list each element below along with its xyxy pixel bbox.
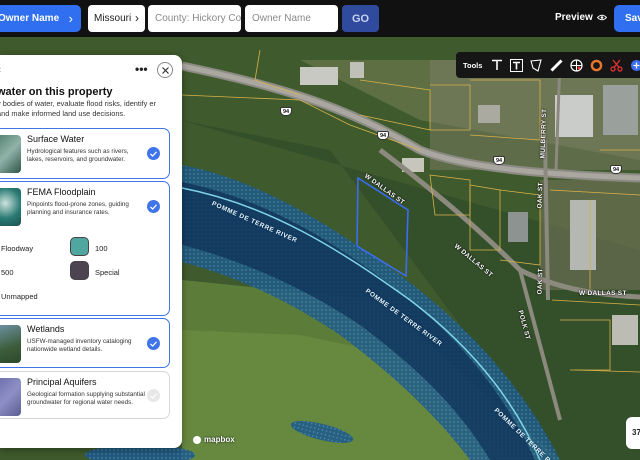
checkmark-icon: [150, 203, 157, 210]
road-label: W DALLAS ST: [579, 290, 627, 297]
layer-card-principal-aquifers[interactable]: Principal Aquifers Geological formation …: [0, 371, 170, 419]
eye-icon: [596, 14, 607, 21]
scissors-icon[interactable]: [610, 58, 624, 72]
checkmark-icon: [150, 392, 157, 399]
layers-icon[interactable]: [630, 58, 640, 72]
globe-icon[interactable]: [570, 58, 584, 72]
legend-unmapped-label: Unmapped: [1, 292, 38, 301]
legend-floodway-label: Floodway: [1, 244, 34, 253]
county-input[interactable]: [148, 5, 241, 32]
layer-checkbox[interactable]: [147, 147, 160, 160]
more-options-icon[interactable]: •••: [135, 62, 148, 76]
legend-100-swatch: [70, 237, 89, 256]
mapbox-logo[interactable]: mapbox: [193, 435, 235, 444]
layer-card-description: USFW-managed inventory cataloging nation…: [27, 338, 132, 353]
go-button[interactable]: GO: [342, 5, 379, 32]
layer-card-fema-floodplain[interactable]: FEMA Floodplain Pinpoints flood-prone zo…: [0, 181, 170, 316]
layer-checkbox[interactable]: [147, 200, 160, 213]
route-shield: 94: [610, 165, 622, 174]
layer-card-title: Wetlands: [27, 324, 65, 334]
legend-special-label: Special: [95, 268, 120, 277]
fema-floodplain-thumbnail: [0, 188, 21, 226]
layer-card-title: FEMA Floodplain: [27, 187, 96, 197]
checkmark-icon: [150, 150, 157, 157]
checkmark-icon: [150, 340, 157, 347]
wetlands-thumbnail: [0, 325, 21, 363]
surface-water-thumbnail: [0, 135, 21, 173]
text-box-icon[interactable]: [510, 58, 524, 72]
owner-name-button-label: Owner Name: [0, 13, 60, 24]
mapbox-label: mapbox: [204, 435, 235, 444]
road-label: OAK ST: [536, 182, 545, 209]
layer-card-title: Principal Aquifers: [27, 377, 97, 387]
layer-card-wetlands[interactable]: Wetlands USFW-managed inventory catalogi…: [0, 318, 170, 368]
polygon-draw-icon[interactable]: [530, 58, 543, 72]
legend-500-label: 500: [1, 268, 14, 277]
zoom-chip[interactable]: 37: [626, 417, 640, 449]
layer-card-surface-water[interactable]: Surface Water Hydrological features such…: [0, 128, 170, 179]
mapbox-icon: [193, 435, 201, 444]
preview-button[interactable]: Preview: [555, 12, 607, 23]
state-select-value: Missouri: [94, 13, 132, 24]
chevron-right-icon: ›: [68, 11, 73, 26]
route-shield: 94: [493, 156, 505, 165]
principal-aquifers-thumbnail: [0, 378, 21, 416]
layer-card-description: Hydrological features such as rivers, la…: [27, 148, 129, 163]
preview-label: Preview: [555, 12, 593, 23]
ruler-icon[interactable]: [550, 58, 564, 72]
back-icon[interactable]: ‹: [0, 64, 1, 74]
layer-card-description: Geological formation supplying substanti…: [27, 391, 145, 406]
legend-special-swatch: [70, 261, 89, 280]
top-bar: Owner Name › Missouri › GO Preview Save: [0, 0, 640, 37]
tools-bar: Tools: [456, 52, 640, 78]
owner-name-button[interactable]: Owner Name ›: [0, 5, 81, 32]
save-button[interactable]: Save: [614, 5, 640, 32]
road-label: OAK ST: [536, 268, 545, 295]
text-icon[interactable]: [491, 58, 503, 72]
tools-label: Tools: [463, 60, 483, 70]
chevron-right-icon: ›: [135, 11, 139, 25]
legend-100-label: 100: [95, 244, 108, 253]
panel-description: y bodies of water, evaluate flood risks,…: [0, 99, 156, 118]
layer-card-title: Surface Water: [27, 134, 85, 144]
ring-icon[interactable]: [590, 58, 603, 72]
water-panel: ‹ ••• water on this property y bodies of…: [0, 55, 182, 448]
route-shield: 94: [377, 131, 389, 140]
layer-checkbox[interactable]: [147, 337, 160, 350]
route-shield: 94: [280, 107, 292, 116]
layer-card-description: Pinpoints flood-prone zones, guiding pla…: [27, 201, 129, 216]
panel-title: water on this property: [0, 86, 113, 98]
layer-checkbox[interactable]: [147, 389, 160, 402]
owner-name-input[interactable]: [245, 5, 338, 32]
state-select[interactable]: Missouri ›: [88, 5, 145, 32]
close-icon: [161, 66, 169, 74]
close-button[interactable]: [157, 62, 173, 78]
